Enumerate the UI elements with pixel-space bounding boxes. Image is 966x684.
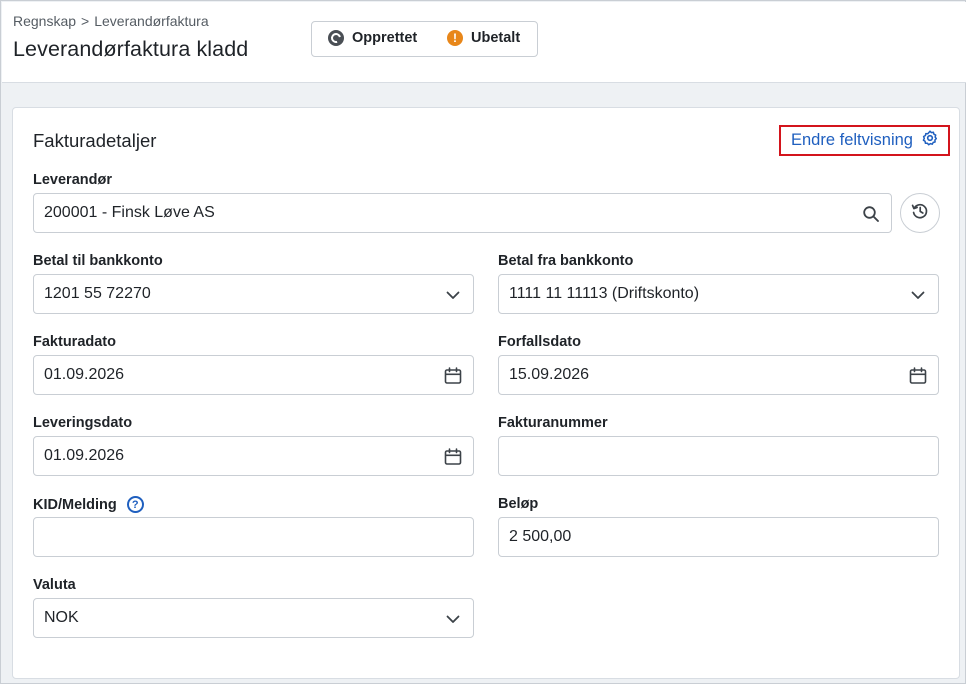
history-icon bbox=[910, 201, 930, 226]
gear-icon bbox=[922, 130, 938, 151]
breadcrumb-current[interactable]: Leverandørfaktura bbox=[94, 13, 208, 29]
invoice-number-label: Fakturanummer bbox=[498, 415, 608, 431]
status-group: Opprettet ! Ubetalt bbox=[311, 21, 538, 57]
currency-select[interactable]: NOK bbox=[33, 598, 474, 638]
invoice-date-value: 01.09.2026 bbox=[44, 366, 125, 383]
calendar-icon[interactable] bbox=[443, 447, 463, 467]
supplier-history-button[interactable] bbox=[900, 193, 940, 233]
calendar-icon[interactable] bbox=[908, 366, 928, 386]
pay-from-account-label: Betal fra bankkonto bbox=[498, 253, 633, 269]
delivery-date-value: 01.09.2026 bbox=[44, 447, 125, 464]
breadcrumb-root[interactable]: Regnskap bbox=[13, 13, 76, 29]
search-icon[interactable] bbox=[861, 204, 881, 224]
breadcrumb-separator: > bbox=[81, 13, 90, 29]
status-created: Opprettet bbox=[328, 30, 417, 46]
amount-value: 2 500,00 bbox=[509, 528, 572, 545]
pay-to-account-label-text: Betal til bankkonto bbox=[33, 253, 163, 269]
due-date-input[interactable]: 15.09.2026 bbox=[498, 355, 939, 395]
page-title: Leverandørfaktura kladd bbox=[13, 37, 249, 61]
invoice-date-label: Fakturadato bbox=[33, 334, 116, 350]
currency-value: NOK bbox=[44, 609, 79, 626]
supplier-value: 200001 - Finsk Løve AS bbox=[44, 204, 215, 221]
supplier-label-text: Leverandør bbox=[33, 172, 112, 188]
status-created-label: Opprettet bbox=[352, 30, 418, 46]
help-icon[interactable]: ? bbox=[126, 496, 144, 513]
kid-message-label-text: KID/Melding bbox=[33, 496, 117, 513]
header-bar: Regnskap > Leverandørfaktura Leverandørf… bbox=[2, 2, 966, 83]
due-date-value: 15.09.2026 bbox=[509, 366, 590, 383]
pay-from-account-select[interactable]: 1111 11 11113 (Driftskonto) bbox=[498, 274, 939, 314]
supplier-input[interactable]: 200001 - Finsk Løve AS bbox=[33, 193, 892, 233]
pay-to-account-select[interactable]: 1201 55 72270 bbox=[33, 274, 474, 314]
delivery-date-input[interactable]: 01.09.2026 bbox=[33, 436, 474, 476]
kid-message-label: KID/Melding ? bbox=[33, 496, 144, 513]
edit-field-view-link[interactable]: Endre feltvisning bbox=[779, 125, 950, 156]
amount-label: Beløp bbox=[498, 496, 538, 512]
chevron-down-icon bbox=[908, 285, 928, 305]
warning-icon: ! bbox=[447, 30, 463, 46]
pay-from-account-value: 1111 11 11113 (Driftskonto) bbox=[509, 285, 700, 302]
invoice-date-label-text: Fakturadato bbox=[33, 334, 116, 350]
currency-label-text: Valuta bbox=[33, 577, 76, 593]
pay-to-account-value: 1201 55 72270 bbox=[44, 285, 151, 302]
calendar-icon[interactable] bbox=[443, 366, 463, 386]
status-unpaid-label: Ubetalt bbox=[471, 30, 521, 46]
supplier-label: Leverandør bbox=[33, 172, 112, 188]
edit-field-view-label: Endre feltvisning bbox=[791, 131, 913, 149]
card-title: Fakturadetaljer bbox=[33, 130, 157, 151]
sync-icon bbox=[328, 30, 344, 46]
currency-label: Valuta bbox=[33, 577, 76, 593]
amount-label-text: Beløp bbox=[498, 496, 539, 512]
invoice-details-card: Fakturadetaljer Endre feltvisning Levera… bbox=[12, 107, 960, 679]
status-unpaid: ! Ubetalt bbox=[447, 30, 520, 46]
delivery-date-label: Leveringsdato bbox=[33, 415, 132, 431]
due-date-label-text: Forfallsdato bbox=[498, 334, 581, 350]
invoice-date-input[interactable]: 01.09.2026 bbox=[33, 355, 474, 395]
chevron-down-icon bbox=[443, 609, 463, 629]
chevron-down-icon bbox=[443, 285, 463, 305]
pay-to-account-label: Betal til bankkonto bbox=[33, 253, 163, 269]
window-frame: Regnskap > Leverandørfaktura Leverandørf… bbox=[0, 0, 966, 684]
breadcrumb: Regnskap > Leverandørfaktura bbox=[13, 13, 209, 29]
kid-message-input[interactable] bbox=[33, 517, 474, 557]
amount-input[interactable]: 2 500,00 bbox=[498, 517, 939, 557]
due-date-label: Forfallsdato bbox=[498, 334, 581, 350]
invoice-number-label-text: Fakturanummer bbox=[498, 415, 608, 431]
invoice-number-input[interactable] bbox=[498, 436, 939, 476]
delivery-date-label-text: Leveringsdato bbox=[33, 415, 133, 431]
pay-from-account-label-text: Betal fra bankkonto bbox=[498, 253, 634, 269]
